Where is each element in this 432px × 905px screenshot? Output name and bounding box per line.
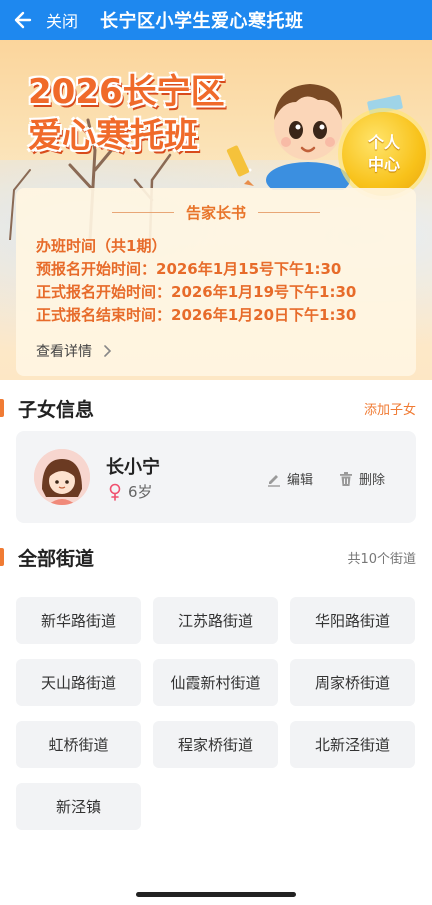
pencil-icon xyxy=(226,145,254,186)
street-button[interactable]: 仙霞新村街道 xyxy=(153,659,278,706)
section-accent-bar xyxy=(0,548,4,566)
street-button[interactable]: 虹桥街道 xyxy=(16,721,141,768)
street-button[interactable]: 周家桥街道 xyxy=(290,659,415,706)
girl-avatar-icon xyxy=(34,449,90,505)
banner-title-line2: 爱心寒托班 xyxy=(28,116,198,156)
notice-lines: 办班时间（共1期） 预报名开始时间：2026年1月15号下午1:30 正式报名开… xyxy=(36,235,396,327)
view-details-label: 查看详情 xyxy=(36,344,92,360)
chevron-right-icon xyxy=(104,345,112,357)
street-button[interactable]: 新泾镇 xyxy=(16,783,141,830)
home-indicator[interactable] xyxy=(136,892,296,897)
street-count: 共10个街道 xyxy=(347,551,416,567)
child-card: 长小宁 6岁 编辑 删除 xyxy=(16,431,416,523)
notice-heading-text: 告家长书 xyxy=(185,204,246,222)
boy-illustration xyxy=(266,84,350,190)
street-button[interactable]: 新华路街道 xyxy=(16,597,141,644)
banner: 2026长宁区 爱心寒托班 个人 中心 告家长书 办班时间（共1期） 预报名开始… xyxy=(0,40,432,380)
streets-section-header: 全部街道 共10个街道 xyxy=(0,542,432,572)
child-age-text: 6岁 xyxy=(128,483,153,501)
section-accent-bar xyxy=(0,399,4,417)
delete-label: 删除 xyxy=(359,473,386,488)
child-age: 6岁 xyxy=(108,481,153,502)
notice-line: 办班时间（共1期） xyxy=(36,237,167,255)
personal-center-line1: 个人 xyxy=(367,133,400,152)
street-button[interactable]: 江苏路街道 xyxy=(153,597,278,644)
delete-button[interactable]: 删除 xyxy=(338,469,385,488)
personal-center-line2: 中心 xyxy=(367,155,400,174)
edit-button[interactable]: 编辑 xyxy=(266,469,313,488)
street-grid: 新华路街道 江苏路街道 华阳路街道 天山路街道 仙霞新村街道 周家桥街道 虹桥街… xyxy=(16,597,416,830)
children-section-title: 子女信息 xyxy=(18,398,95,421)
female-icon xyxy=(109,483,121,501)
street-button[interactable]: 程家桥街道 xyxy=(153,721,278,768)
personal-center-button[interactable]: 个人 中心 xyxy=(342,112,426,196)
edit-pencil-icon xyxy=(268,474,280,487)
banner-title: 2026长宁区 爱心寒托班 xyxy=(28,70,225,158)
view-details-link[interactable]: 查看详情 xyxy=(36,341,396,361)
divider xyxy=(258,212,320,213)
child-name: 长小宁 xyxy=(106,457,160,478)
children-section-header: 子女信息 添加子女 xyxy=(0,393,432,423)
banner-title-line1: 2026长宁区 xyxy=(28,72,225,112)
street-button[interactable]: 天山路街道 xyxy=(16,659,141,706)
divider xyxy=(111,212,174,213)
add-child-button[interactable]: 添加子女 xyxy=(364,399,416,418)
trash-icon xyxy=(340,471,352,486)
notice-line: 预报名开始时间：2026年1月15号下午1:30 xyxy=(36,260,342,278)
page: 关闭 长宁区小学生爱心寒托班 2026长宁区 爱心寒托班 个人 中心 告家长书 … xyxy=(0,0,432,905)
close-button[interactable]: 关闭 xyxy=(46,8,78,32)
street-button[interactable]: 北新泾街道 xyxy=(290,721,415,768)
notice-line: 正式报名开始时间：2026年1月19号下午1:30 xyxy=(36,283,357,301)
page-title: 长宁区小学生爱心寒托班 xyxy=(100,11,304,32)
back-button[interactable] xyxy=(0,0,44,40)
avatar xyxy=(34,449,90,505)
notice-heading: 告家长书 xyxy=(36,202,396,223)
edit-label: 编辑 xyxy=(287,473,314,488)
parent-notice-card: 告家长书 办班时间（共1期） 预报名开始时间：2026年1月15号下午1:30 … xyxy=(16,188,416,376)
notice-line: 正式报名结束时间：2026年1月20日下午1:30 xyxy=(36,306,357,324)
street-button[interactable]: 华阳路街道 xyxy=(290,597,415,644)
streets-section-title: 全部街道 xyxy=(18,547,95,570)
back-arrow-icon xyxy=(14,11,32,29)
top-navbar: 关闭 长宁区小学生爱心寒托班 xyxy=(0,0,432,40)
